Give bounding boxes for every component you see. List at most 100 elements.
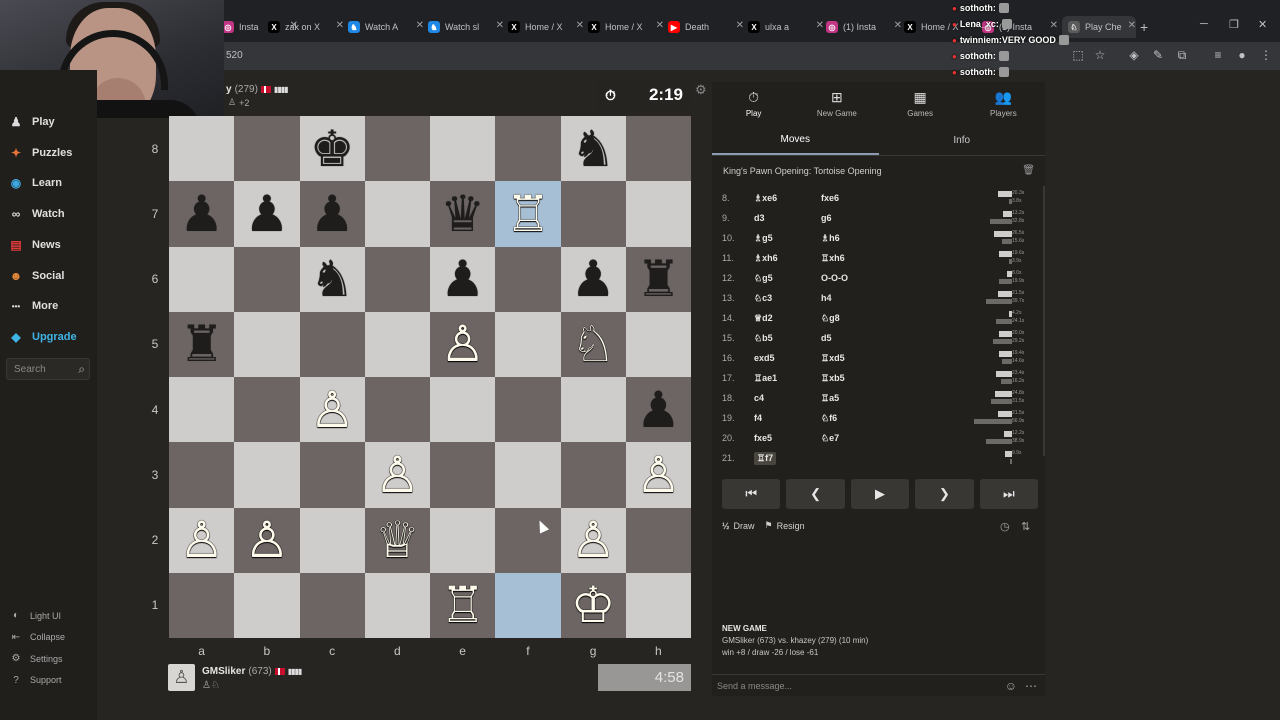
square-b4[interactable]: [234, 377, 300, 443]
black-move[interactable]: ♖xb5: [821, 373, 845, 384]
black-move[interactable]: ♖xd5: [821, 353, 845, 364]
square-f3[interactable]: [495, 442, 561, 508]
white-move[interactable]: ♗xe6: [754, 193, 777, 204]
square-h2[interactable]: [625, 507, 691, 573]
close-tab-icon[interactable]: ✕: [656, 20, 664, 31]
browser-tab[interactable]: ♞ Watch A ✕: [348, 16, 424, 38]
white-move[interactable]: ♕d2: [754, 313, 773, 324]
white-move[interactable]: ♘c3: [754, 293, 772, 304]
white-move[interactable]: ♘b5: [754, 333, 773, 344]
square-c4[interactable]: ♙: [299, 377, 365, 443]
square-d5[interactable]: [364, 311, 430, 377]
browser-tab[interactable]: ♞ Watch sl ✕: [428, 16, 504, 38]
sidebar-bottom-collapse[interactable]: ⇤ Collapse: [10, 632, 65, 643]
black-pawn-piece[interactable]: ♟: [179, 189, 224, 239]
black-pawn-piece[interactable]: ♟: [310, 189, 355, 239]
new-tab-button[interactable]: +: [1140, 16, 1148, 38]
black-rook-piece[interactable]: ♜: [179, 319, 224, 369]
square-h7[interactable]: [625, 181, 691, 247]
black-move[interactable]: ♗h6: [821, 233, 840, 244]
browser-tab[interactable]: ▶ Death ✕: [668, 16, 744, 38]
square-e5[interactable]: ♙: [430, 311, 496, 377]
tab-info[interactable]: Info: [879, 126, 1046, 155]
square-c2[interactable]: [299, 507, 365, 573]
white-pawn-piece[interactable]: ♙: [440, 319, 485, 369]
black-move[interactable]: fxe6: [821, 193, 839, 203]
flip-board-icon[interactable]: ⇅: [1021, 520, 1030, 533]
square-g4[interactable]: [560, 377, 626, 443]
square-h6[interactable]: ♜: [625, 246, 691, 312]
sidebar-bottom-settings[interactable]: ⚙ Settings: [10, 653, 63, 664]
draw-button[interactable]: Draw: [734, 521, 755, 531]
sidebar-bottom-support[interactable]: ? Support: [10, 675, 61, 686]
square-f8[interactable]: [495, 116, 561, 182]
square-c1[interactable]: [299, 572, 365, 638]
white-queen-piece[interactable]: ♕: [375, 515, 420, 565]
sidebar-item-more[interactable]: ••• More: [8, 298, 58, 314]
black-knight-piece[interactable]: ♞: [571, 124, 616, 174]
close-tab-icon[interactable]: ✕: [416, 20, 424, 31]
browser-tab[interactable]: ◎ (1) Insta ✕: [826, 16, 902, 38]
square-b6[interactable]: [234, 246, 300, 312]
square-d4[interactable]: [364, 377, 430, 443]
white-king-piece[interactable]: ♔: [571, 580, 616, 630]
white-move[interactable]: ♗g5: [754, 233, 773, 244]
white-move[interactable]: ♘g5: [754, 273, 773, 284]
sidebar-item-play[interactable]: ♟ Play: [8, 114, 55, 130]
square-g2[interactable]: ♙: [560, 507, 626, 573]
white-knight-piece[interactable]: ♘: [571, 319, 616, 369]
panel-tab-games[interactable]: ▦ Games: [879, 82, 962, 124]
square-g5[interactable]: ♘: [560, 311, 626, 377]
white-move[interactable]: ♖f7: [754, 451, 777, 465]
browser-tab[interactable]: Xulxa a ✕: [748, 16, 824, 38]
square-a8[interactable]: [169, 116, 235, 182]
black-move[interactable]: ♖xh6: [821, 253, 845, 264]
star-icon[interactable]: ☆: [1092, 47, 1108, 63]
avatar[interactable]: ♙: [168, 664, 195, 691]
square-h1[interactable]: [625, 572, 691, 638]
black-move[interactable]: O-O-O: [821, 273, 848, 283]
square-e2[interactable]: [430, 507, 496, 573]
black-rook-piece[interactable]: ♜: [636, 254, 681, 304]
black-move[interactable]: h4: [821, 293, 832, 303]
previous-move-button[interactable]: ❮: [786, 479, 845, 509]
sidebar-item-learn[interactable]: ◉ Learn: [8, 175, 62, 191]
sidebar-item-watch[interactable]: ∞ Watch: [8, 206, 65, 222]
square-c6[interactable]: ♞: [299, 246, 365, 312]
black-move[interactable]: ♘e7: [821, 433, 839, 444]
square-g8[interactable]: ♞: [560, 116, 626, 182]
top-player-name[interactable]: y: [226, 84, 232, 95]
white-rook-piece[interactable]: ♖: [440, 580, 485, 630]
black-pawn-piece[interactable]: ♟: [440, 254, 485, 304]
white-move[interactable]: ♗xh6: [754, 253, 778, 264]
minimize-icon[interactable]: ─: [1200, 18, 1208, 30]
square-b7[interactable]: ♟: [234, 181, 300, 247]
puzzle-extension-icon[interactable]: ⧉: [1174, 47, 1190, 63]
search-icon[interactable]: ⌕: [78, 362, 85, 377]
close-tab-icon[interactable]: ✕: [894, 20, 902, 31]
white-pawn-piece[interactable]: ♙: [179, 515, 224, 565]
black-move[interactable]: g6: [821, 213, 832, 223]
sidebar-item-news[interactable]: ▤ News: [8, 237, 60, 253]
white-pawn-piece[interactable]: ♙: [636, 450, 681, 500]
square-d8[interactable]: [364, 116, 430, 182]
emoji-icon[interactable]: ☺: [1005, 679, 1017, 693]
sidebar-item-social[interactable]: ☻ Social: [8, 268, 65, 284]
black-king-piece[interactable]: ♚: [310, 124, 355, 174]
square-h8[interactable]: [625, 116, 691, 182]
square-e1[interactable]: ♖: [430, 572, 496, 638]
address-text[interactable]: 520: [226, 50, 243, 61]
square-d2[interactable]: ♕: [364, 507, 430, 573]
square-d3[interactable]: ♙: [364, 442, 430, 508]
square-b5[interactable]: [234, 311, 300, 377]
black-pawn-piece[interactable]: ♟: [636, 385, 681, 435]
square-h3[interactable]: ♙: [625, 442, 691, 508]
square-d1[interactable]: [364, 572, 430, 638]
white-pawn-piece[interactable]: ♙: [375, 450, 420, 500]
sidebar-item-puzzles[interactable]: ✦ Puzzles: [8, 145, 72, 161]
resign-button[interactable]: Resign: [777, 521, 805, 531]
browser-tab[interactable]: X Home / X ✕: [588, 16, 664, 38]
browser-tab[interactable]: ♘ Play Che ✕: [1062, 16, 1136, 38]
close-tab-icon[interactable]: ✕: [816, 20, 824, 31]
browser-tab[interactable]: Xzak on X ✕: [268, 16, 344, 38]
